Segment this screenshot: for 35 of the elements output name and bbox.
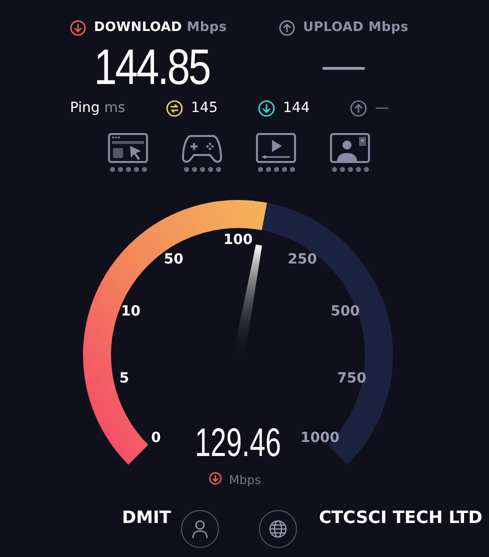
- rating-dots: [256, 166, 296, 172]
- scale-label: 10: [121, 303, 141, 320]
- gaming-icon[interactable]: [182, 132, 222, 162]
- download-icon: [70, 20, 86, 36]
- provider-button[interactable]: [180, 510, 219, 548]
- scale-label: 100: [223, 232, 253, 248]
- scale-label: 250: [288, 251, 318, 267]
- call-icon[interactable]: [330, 132, 370, 162]
- globe-icon: [268, 518, 288, 538]
- rating-dots: [182, 166, 222, 172]
- web-icon[interactable]: [108, 132, 148, 162]
- video-icon[interactable]: [256, 132, 296, 162]
- scale-label: 50: [164, 251, 184, 267]
- ping-label: Ping ms: [70, 98, 126, 118]
- upload-icon: [278, 20, 295, 36]
- download-speed: 144.85: [94, 42, 210, 92]
- speed-unit: Mbps: [229, 472, 261, 486]
- upload-speed: —: [322, 44, 366, 86]
- download-icon: [209, 472, 222, 484]
- scale-label: 1000: [300, 430, 340, 446]
- scale-label: 5: [119, 370, 130, 386]
- scale-label: 0: [151, 430, 161, 446]
- download-label: DOWNLOAD Mbps: [94, 19, 227, 37]
- ping-value: —: [375, 98, 389, 118]
- ping-value: 144: [283, 98, 310, 118]
- upload-label: UPLOAD Mbps: [302, 19, 408, 37]
- provider-name: DMIT: [122, 506, 171, 530]
- person-icon: [190, 518, 210, 538]
- scale-label: 500: [330, 303, 360, 320]
- server-name: CTCSCI TECH LTD: [318, 506, 482, 530]
- rating-dots: [108, 166, 148, 172]
- ping-value: 145: [191, 98, 218, 118]
- rating-dots: [330, 166, 370, 172]
- scale-label: 750: [337, 370, 366, 386]
- server-button[interactable]: [258, 510, 297, 548]
